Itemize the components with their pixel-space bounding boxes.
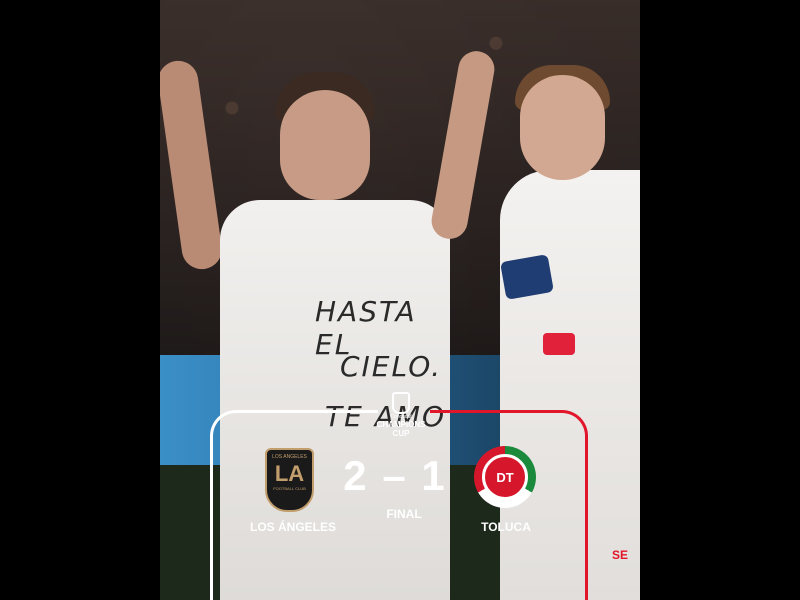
lafc-crest-top: LOS ANGELES <box>272 454 307 460</box>
competition-name: CHAMPIONS <box>376 420 426 429</box>
toluca-crest-mark: DT <box>482 454 528 500</box>
scoreline: 2 – 1 <box>335 452 455 500</box>
score-separator: – <box>382 452 408 499</box>
teammate-head <box>520 75 605 180</box>
shirt-text-line2: CIELO. <box>340 350 443 383</box>
home-team-name: LOS ÁNGELES <box>249 520 336 534</box>
score-away: 1 <box>421 452 447 499</box>
champions-cup-logo: Concacaf CHAMPIONS CUP <box>375 392 427 440</box>
lafc-crest-icon: LOS ANGELES LA FOOTBALL CLUB <box>265 448 314 512</box>
watermark-logo: SE <box>612 548 629 562</box>
lafc-crest-mark: LA <box>274 461 305 486</box>
toluca-crest-icon: DT <box>474 446 536 508</box>
player-head <box>280 90 370 200</box>
wristband <box>543 333 575 355</box>
competition-sub: CUP <box>392 429 410 438</box>
match-status: FINAL <box>386 507 422 521</box>
away-team-name: TOLUCA <box>481 520 531 534</box>
trophy-icon <box>392 392 410 414</box>
score-home: 2 <box>343 452 369 499</box>
lafc-crest-bottom: FOOTBALL CLUB <box>273 486 306 491</box>
